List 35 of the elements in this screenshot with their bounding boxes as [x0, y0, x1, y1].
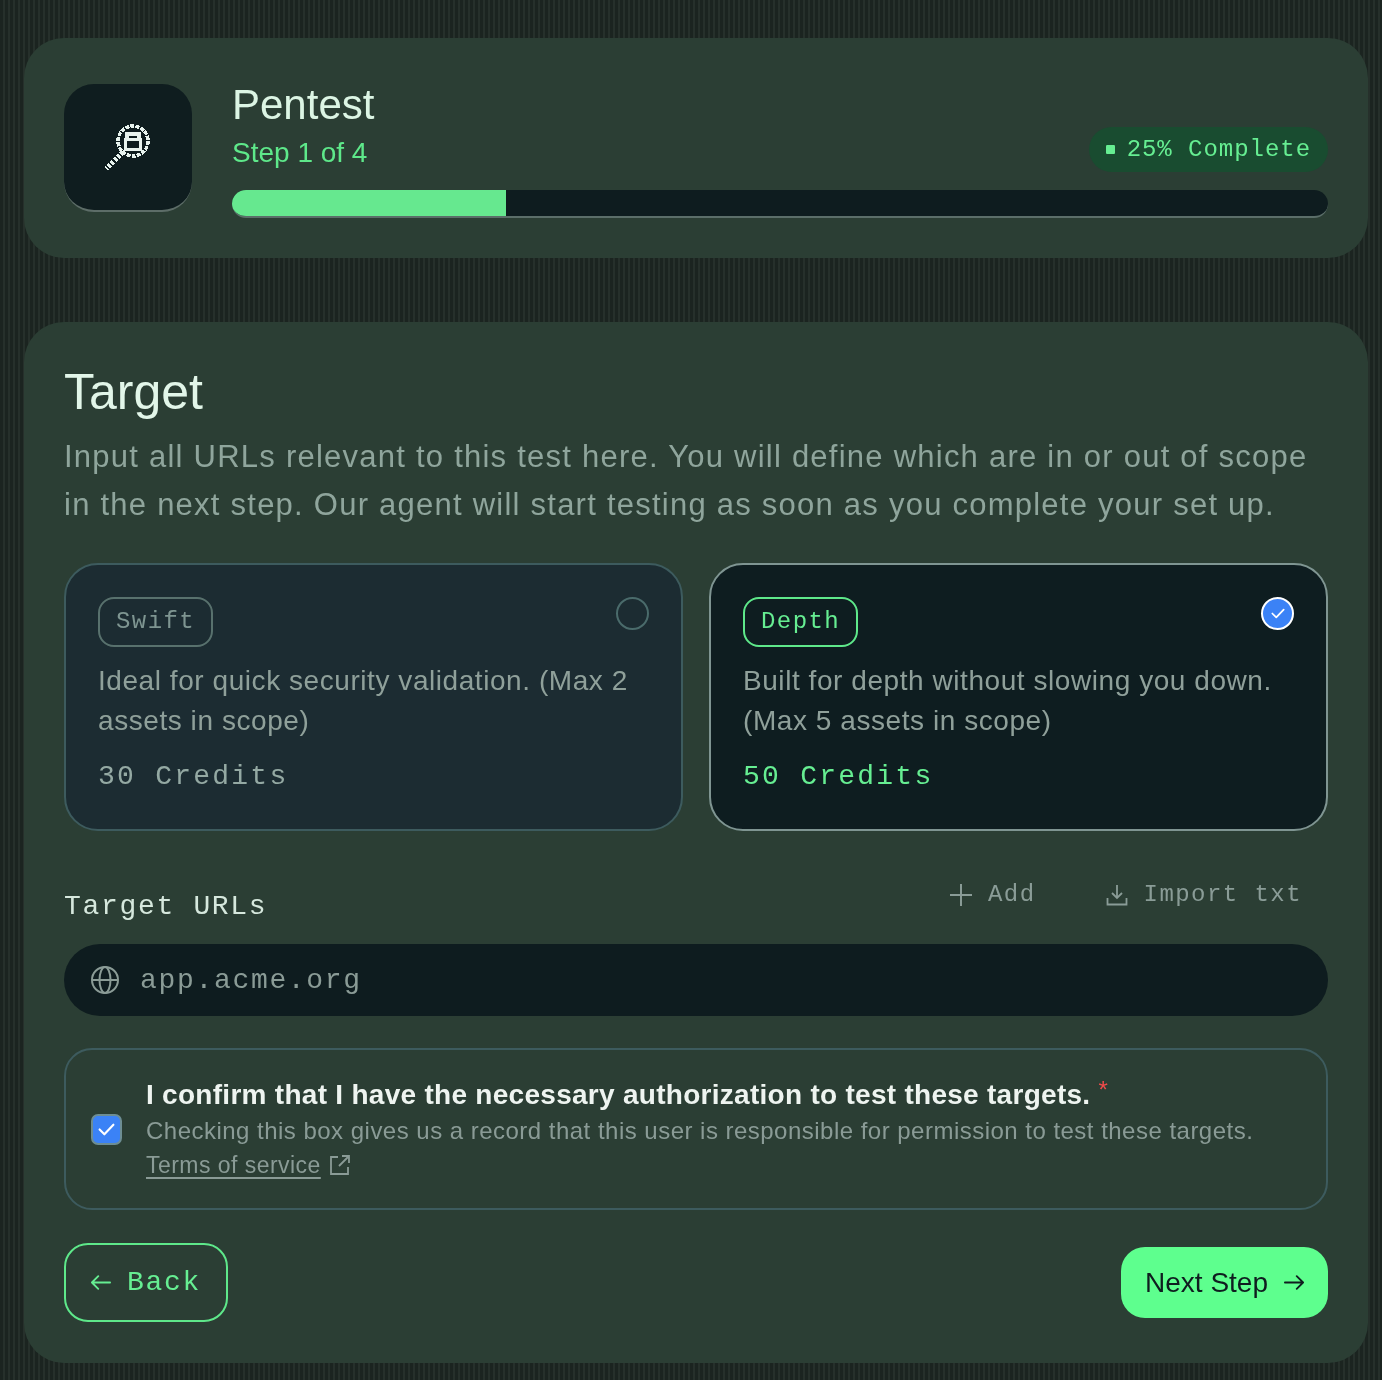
globe-icon: [91, 966, 119, 994]
terms-link[interactable]: Terms of service: [146, 1148, 351, 1182]
next-step-button[interactable]: Next Step: [1121, 1247, 1328, 1318]
plus-icon: [950, 884, 973, 906]
plan-card[interactable]: Depth Built for depth without slowing you down. (Max 5 assets in scope) 50 Credits: [709, 563, 1328, 831]
completion-text: 25% Complete: [1126, 134, 1311, 165]
consent-hint: Checking this box gives us a record that this user is responsible for permission to test these targets.: [146, 1116, 1254, 1146]
required-mark: *: [1098, 1076, 1108, 1104]
add-button[interactable]: Add: [937, 875, 1049, 915]
magnifier-lock-icon: [103, 121, 153, 173]
plan-credits: 50 Credits: [743, 760, 935, 794]
check-icon: [98, 1122, 115, 1136]
target-urls-label: Target URLs: [64, 890, 268, 924]
plan-tag: Depth: [743, 597, 859, 647]
consent-title: I confirm that I have the necessary authorization to test these targets.: [146, 1078, 1091, 1112]
plan-description: Built for depth without slowing you down. (Max 5 assets in scope): [743, 664, 1273, 738]
checkbox[interactable]: [91, 1113, 122, 1145]
section-title: Target: [64, 364, 203, 420]
plan-description: Ideal for quick security validation. (Max 2 assets in scope): [98, 664, 629, 738]
download-icon: [1105, 884, 1128, 906]
external-link-icon: [328, 1154, 351, 1176]
arrow-left-icon: [91, 1275, 111, 1290]
status-square-icon: [1105, 145, 1115, 154]
plan-credits: 30 Credits: [98, 760, 290, 794]
arrow-right-icon: [1284, 1275, 1304, 1290]
page-title: Pentest: [232, 82, 375, 127]
radio-button[interactable]: [616, 597, 649, 630]
section-description: Input all URLs relevant to this test here. You will define which are in or out of scope in the next step. Our agent will start testing as soon as you complete your set up.: [64, 438, 1309, 524]
import-button[interactable]: Import txt: [1092, 875, 1315, 915]
plan-card[interactable]: Swift Ideal for quick security validation. (Max 2 assets in scope) 30 Credits: [64, 563, 683, 831]
plan-tag: Swift: [98, 597, 214, 647]
url-input[interactable]: app.acme.org: [64, 944, 1328, 1016]
step-indicator: Step 1 of 4: [232, 135, 368, 170]
back-button[interactable]: Back: [64, 1243, 228, 1322]
check-icon: [1270, 608, 1285, 619]
